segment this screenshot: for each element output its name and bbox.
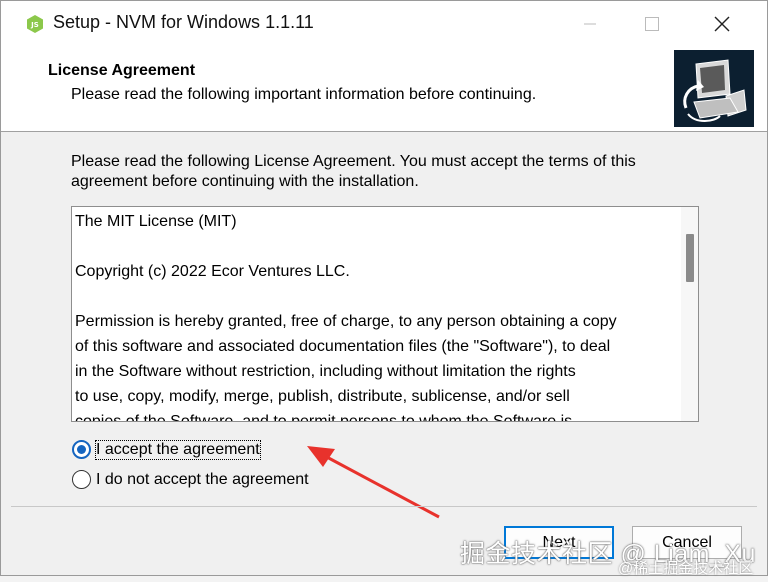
minimize-icon: [584, 23, 596, 25]
watermark-sub: @稀土掘金技术社区: [618, 560, 754, 577]
accept-label[interactable]: I accept the agreement: [95, 440, 261, 460]
window-title: Setup - NVM for Windows 1.1.11: [53, 12, 314, 32]
maximize-button[interactable]: [621, 1, 683, 47]
close-button[interactable]: [691, 1, 753, 47]
license-scrollbar[interactable]: [681, 207, 698, 421]
radio-selected-dot: [77, 445, 86, 454]
license-text: The MIT License (MIT) Copyright (c) 2022…: [75, 213, 617, 422]
close-icon: [714, 16, 730, 32]
red-arrow-annotation: [307, 446, 440, 519]
installer-computer-icon: [674, 50, 754, 127]
accept-radio[interactable]: [72, 440, 91, 459]
svg-text:JS: JS: [30, 21, 39, 29]
decline-radio[interactable]: [72, 470, 91, 489]
scrollbar-thumb[interactable]: [686, 234, 694, 282]
setup-window: JS Setup - NVM for Windows 1.1.11 Licens…: [0, 0, 768, 576]
maximize-icon: [645, 17, 659, 31]
minimize-button[interactable]: [559, 1, 621, 47]
footer-divider: [11, 506, 757, 507]
page-subtitle: Please read the following important info…: [71, 86, 537, 103]
title-bar: JS Setup - NVM for Windows 1.1.11: [1, 1, 767, 47]
license-instructions: Please read the following License Agreem…: [71, 153, 636, 190]
license-text-box[interactable]: The MIT License (MIT) Copyright (c) 2022…: [71, 206, 699, 422]
nodejs-icon: JS: [27, 15, 43, 33]
wizard-header: License Agreement Please read the follow…: [1, 47, 767, 132]
decline-label[interactable]: I do not accept the agreement: [96, 471, 309, 489]
page-title: License Agreement: [48, 62, 196, 79]
